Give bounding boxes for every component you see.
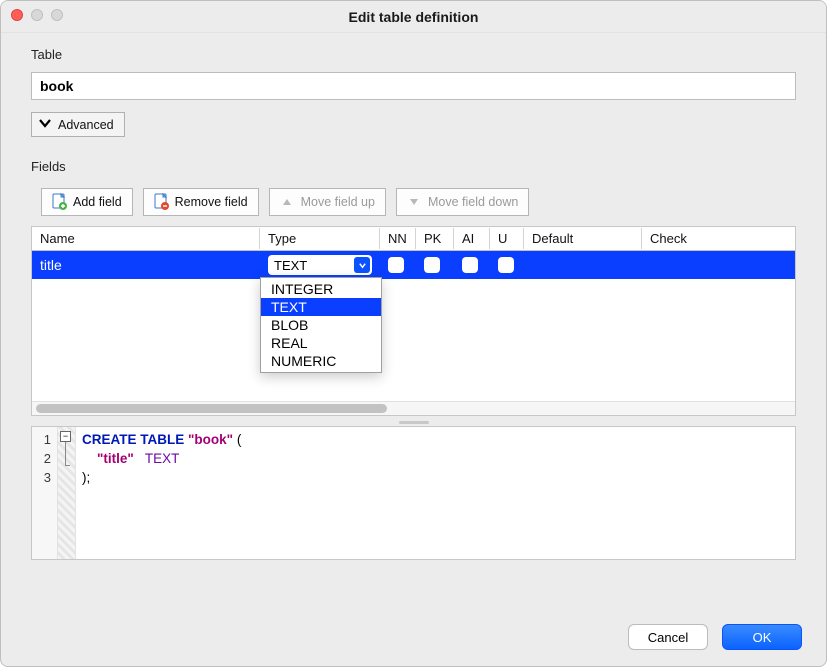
column-header-type[interactable]: Type bbox=[260, 228, 380, 249]
fold-gutter: − bbox=[58, 427, 76, 559]
type-option[interactable]: INTEGER bbox=[261, 280, 381, 298]
fold-collapse-icon[interactable]: − bbox=[60, 431, 71, 442]
traffic-lights bbox=[11, 9, 63, 21]
remove-field-icon bbox=[154, 193, 169, 211]
move-field-down-button[interactable]: Move field down bbox=[396, 188, 529, 216]
column-header-name[interactable]: Name bbox=[32, 228, 260, 249]
grid-header: Name Type NN PK AI U Default Check bbox=[32, 227, 795, 251]
scrollbar-thumb[interactable] bbox=[36, 404, 387, 413]
column-header-nn[interactable]: NN bbox=[380, 228, 416, 249]
cell-pk[interactable] bbox=[416, 251, 454, 279]
sql-type: TEXT bbox=[145, 451, 180, 466]
line-number: 3 bbox=[32, 468, 51, 487]
close-window-button[interactable] bbox=[11, 9, 23, 21]
column-header-check[interactable]: Check bbox=[642, 228, 795, 249]
line-number: 1 bbox=[32, 430, 51, 449]
window-title: Edit table definition bbox=[349, 9, 479, 25]
remove-field-label: Remove field bbox=[175, 195, 248, 209]
titlebar: Edit table definition bbox=[1, 1, 826, 33]
sql-preview: 1 2 3 − CREATE TABLE "book" ( "title" TE… bbox=[31, 426, 796, 560]
fields-toolbar: Add field Remove field Move field up Mov… bbox=[31, 188, 796, 216]
sql-code[interactable]: CREATE TABLE "book" ( "title" TEXT ); bbox=[76, 427, 795, 559]
move-down-label: Move field down bbox=[428, 195, 518, 209]
sql-string: "title" bbox=[97, 451, 134, 466]
cell-nn[interactable] bbox=[380, 251, 416, 279]
type-combobox-value: TEXT bbox=[274, 258, 307, 273]
advanced-label: Advanced bbox=[58, 118, 114, 132]
fields-section-label: Fields bbox=[31, 159, 796, 174]
content-area: Table Advanced Fields Add field Remove f… bbox=[1, 33, 826, 610]
line-number: 2 bbox=[32, 449, 51, 468]
cell-type[interactable]: TEXT bbox=[260, 251, 380, 279]
triangle-down-icon bbox=[407, 193, 422, 211]
type-option[interactable]: BLOB bbox=[261, 316, 381, 334]
minimize-window-button bbox=[31, 9, 43, 21]
cell-u[interactable] bbox=[490, 251, 524, 279]
nn-checkbox[interactable] bbox=[388, 257, 404, 273]
sql-string: "book" bbox=[188, 432, 233, 447]
cell-default[interactable] bbox=[524, 251, 642, 279]
move-up-label: Move field up bbox=[301, 195, 375, 209]
table-row[interactable]: title TEXT bbox=[32, 251, 795, 279]
type-option[interactable]: REAL bbox=[261, 334, 381, 352]
ai-checkbox[interactable] bbox=[462, 257, 478, 273]
ok-button[interactable]: OK bbox=[722, 624, 802, 650]
move-field-up-button[interactable]: Move field up bbox=[269, 188, 386, 216]
remove-field-button[interactable]: Remove field bbox=[143, 188, 259, 216]
chevron-down-icon bbox=[38, 117, 54, 132]
u-checkbox[interactable] bbox=[498, 257, 514, 273]
type-combobox[interactable]: TEXT bbox=[268, 255, 372, 275]
add-field-button[interactable]: Add field bbox=[41, 188, 133, 216]
advanced-toggle-button[interactable]: Advanced bbox=[31, 112, 125, 137]
line-number-gutter: 1 2 3 bbox=[32, 427, 58, 559]
add-field-icon bbox=[52, 193, 67, 211]
type-dropdown[interactable]: INTEGERTEXTBLOBREALNUMERIC bbox=[260, 277, 382, 373]
column-header-pk[interactable]: PK bbox=[416, 228, 454, 249]
fields-grid: Name Type NN PK AI U Default Check title… bbox=[31, 226, 796, 416]
table-name-input[interactable] bbox=[31, 72, 796, 100]
column-header-u[interactable]: U bbox=[490, 228, 524, 249]
column-header-default[interactable]: Default bbox=[524, 228, 642, 249]
triangle-up-icon bbox=[280, 193, 295, 211]
dialog-window: Edit table definition Table Advanced Fie… bbox=[0, 0, 827, 667]
table-section-label: Table bbox=[31, 47, 796, 62]
type-option[interactable]: NUMERIC bbox=[261, 352, 381, 370]
cell-name[interactable]: title bbox=[32, 251, 260, 279]
pk-checkbox[interactable] bbox=[424, 257, 440, 273]
dialog-footer: Cancel OK bbox=[1, 610, 826, 666]
horizontal-scrollbar[interactable] bbox=[32, 401, 795, 415]
maximize-window-button bbox=[51, 9, 63, 21]
cell-check[interactable] bbox=[642, 251, 795, 279]
add-field-label: Add field bbox=[73, 195, 122, 209]
grid-body: title TEXT bbox=[32, 251, 795, 401]
sql-keyword: CREATE TABLE bbox=[82, 432, 184, 447]
cancel-button[interactable]: Cancel bbox=[628, 624, 708, 650]
cell-ai[interactable] bbox=[454, 251, 490, 279]
chevron-down-icon bbox=[354, 257, 370, 273]
type-option[interactable]: TEXT bbox=[261, 298, 381, 316]
column-header-ai[interactable]: AI bbox=[454, 228, 490, 249]
splitter-handle[interactable] bbox=[31, 418, 796, 426]
